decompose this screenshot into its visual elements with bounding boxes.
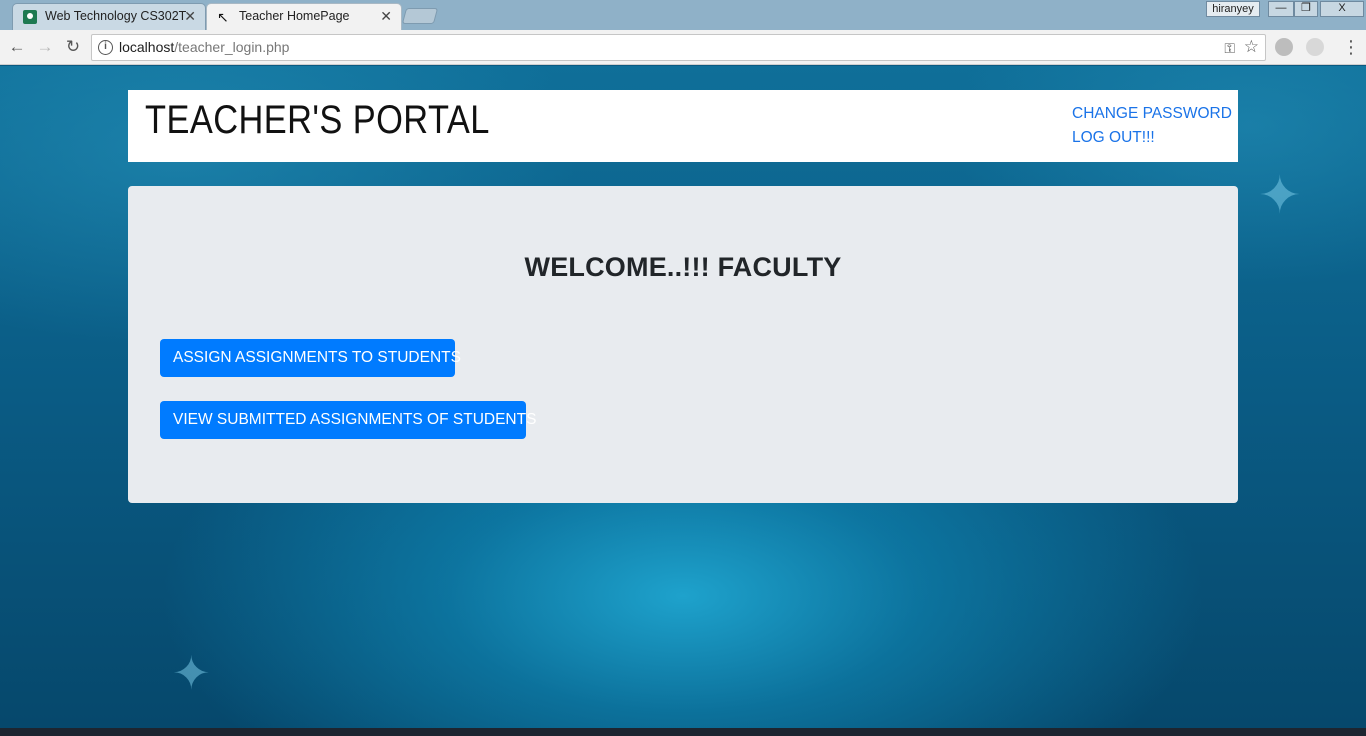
url-path: /teacher_login.php <box>174 39 290 55</box>
extension-icon[interactable] <box>1275 38 1293 56</box>
address-bar[interactable]: i localhost/teacher_login.php ⚿ ☆ <box>91 34 1266 61</box>
welcome-panel: WELCOME..!!! FACULTY ASSIGN ASSIGNMENTS … <box>128 186 1238 503</box>
back-arrow-icon[interactable]: ← <box>6 36 28 58</box>
close-icon[interactable]: ✕ <box>184 4 196 29</box>
minimize-button[interactable]: — <box>1268 1 1294 17</box>
key-icon[interactable]: ⚿ <box>1224 37 1235 59</box>
tab-title: Teacher HomePage <box>239 9 350 23</box>
forward-arrow-icon[interactable]: → <box>34 36 56 58</box>
tab-strip: Web Technology CS302T ✕ ↖ Teacher HomePa… <box>0 0 1366 30</box>
profile-badge[interactable]: hiranyey <box>1206 1 1260 17</box>
browser-toolbar: ← → ↻ i localhost/teacher_login.php ⚿ ☆ … <box>0 30 1366 65</box>
url-text[interactable]: localhost/teacher_login.php <box>119 35 289 60</box>
portal-header: TEACHER'S PORTAL CHANGE PASSWORD LOG OUT… <box>128 90 1238 162</box>
logout-link[interactable]: LOG OUT!!! <box>1072 129 1155 147</box>
info-icon[interactable]: i <box>98 40 113 55</box>
maximize-button[interactable]: ❐ <box>1294 1 1318 17</box>
taskbar <box>0 728 1366 736</box>
page-viewport: ✦ ✦ TEACHER'S PORTAL CHANGE PASSWORD LOG… <box>0 66 1366 728</box>
fish-decoration-icon: ✦ <box>1258 167 1302 225</box>
tab-teacher-homepage[interactable]: ↖ Teacher HomePage ✕ <box>206 3 402 30</box>
page-title: TEACHER'S PORTAL <box>145 98 490 142</box>
change-password-link[interactable]: CHANGE PASSWORD <box>1072 105 1232 123</box>
menu-icon[interactable]: ⋮ <box>1342 36 1360 58</box>
window-close-button[interactable]: X <box>1320 1 1364 17</box>
star-icon[interactable]: ☆ <box>1244 36 1259 58</box>
assign-assignments-button[interactable]: ASSIGN ASSIGNMENTS TO STUDENTS <box>160 339 461 377</box>
close-icon[interactable]: ✕ <box>380 4 392 29</box>
extension-icon[interactable] <box>1306 38 1324 56</box>
view-submitted-assignments-button[interactable]: VIEW SUBMITTED ASSIGNMENTS OF STUDENTS <box>160 401 536 439</box>
url-host: localhost <box>119 39 175 55</box>
classroom-icon <box>23 10 37 24</box>
cursor-icon: ↖ <box>217 9 229 25</box>
fish-decoration-icon: ✦ <box>172 647 211 699</box>
tab-web-technology[interactable]: Web Technology CS302T ✕ <box>12 3 206 30</box>
welcome-heading: WELCOME..!!! FACULTY <box>524 252 842 282</box>
reload-icon[interactable]: ↻ <box>62 36 84 58</box>
tab-title: Web Technology CS302T <box>45 9 187 23</box>
new-tab-button[interactable] <box>401 8 439 24</box>
